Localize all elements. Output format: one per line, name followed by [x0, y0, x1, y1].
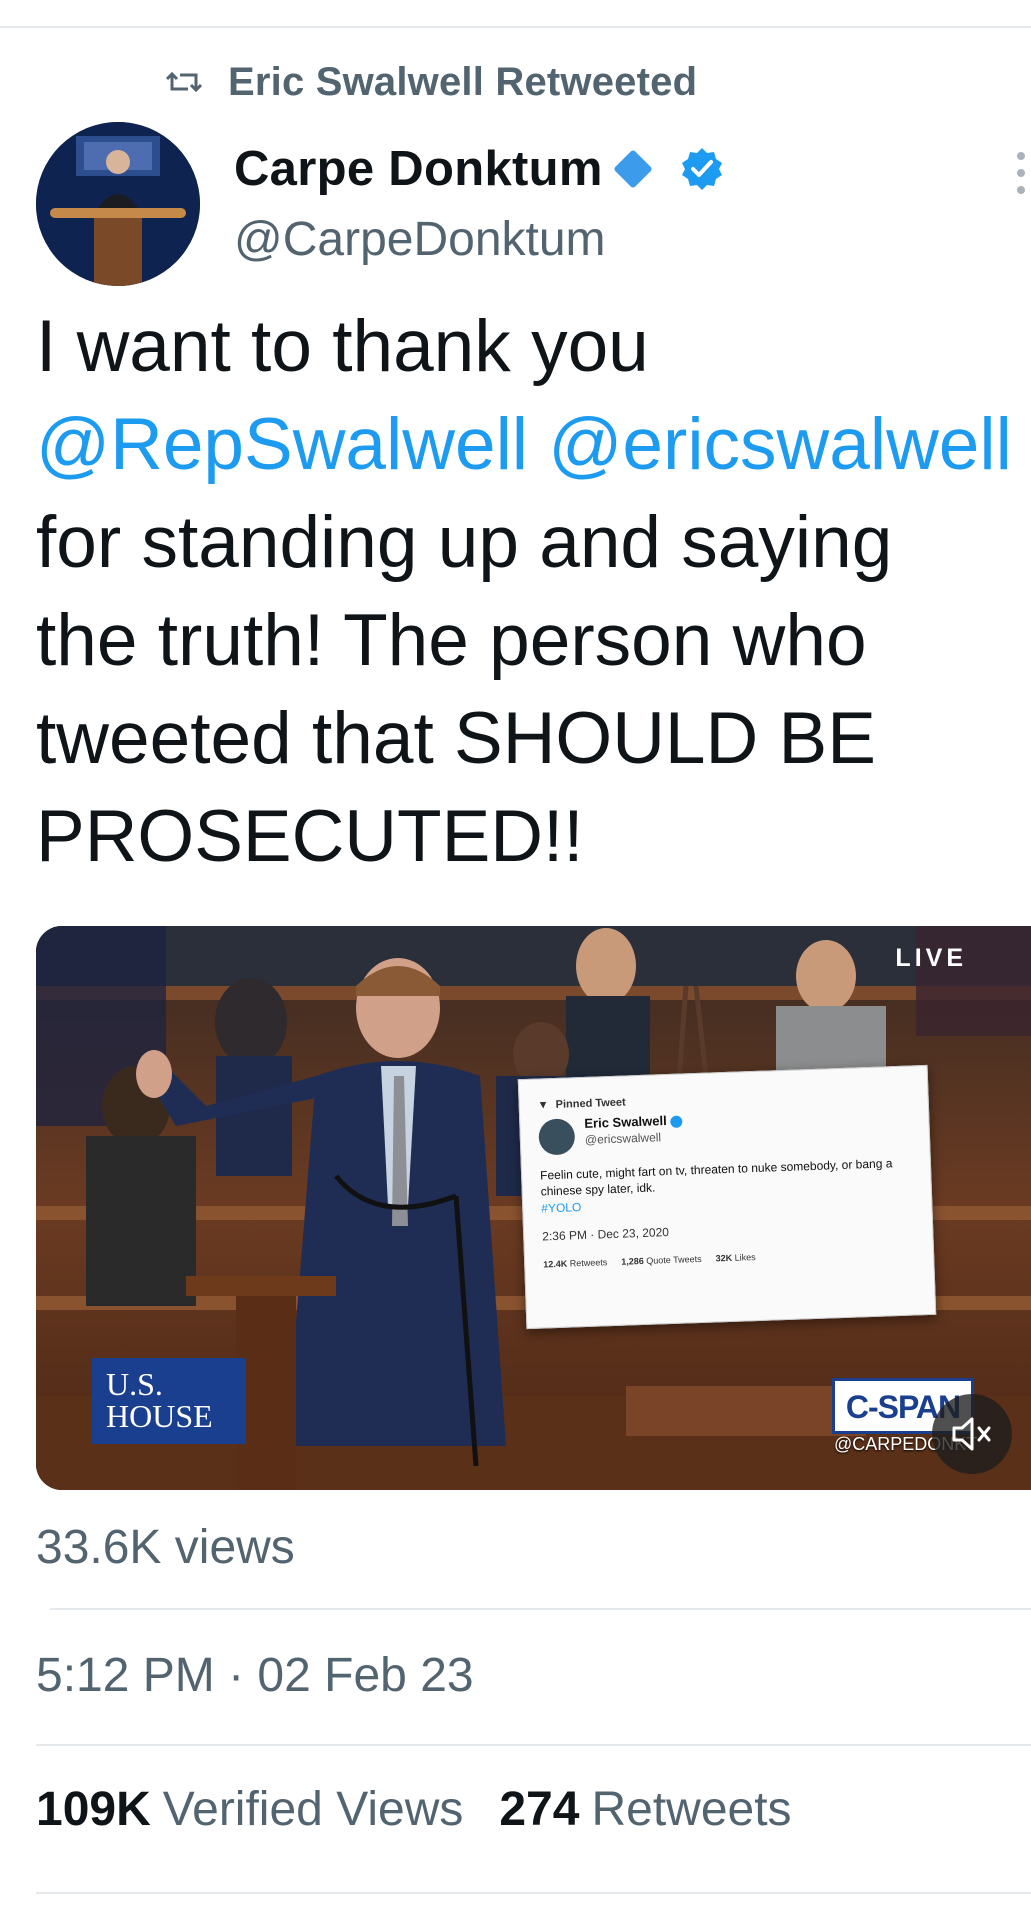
- tweet-text-segment: I want to thank you: [36, 306, 649, 387]
- retweet-icon: [166, 71, 202, 93]
- pinned-likes: 32K Likes: [715, 1252, 755, 1263]
- tweet-line: tweeted that SHOULD BE: [36, 690, 1026, 788]
- us-house-logo-line1: U.S.: [106, 1366, 163, 1402]
- tweet-line: the truth! The person who: [36, 592, 1026, 690]
- author-avatar[interactable]: [36, 122, 200, 286]
- us-house-logo-line2: HOUSE: [106, 1398, 213, 1434]
- verified-views-count[interactable]: 109K: [36, 1782, 151, 1837]
- views-count: 33.6K views: [36, 1521, 295, 1574]
- tweet-timestamp[interactable]: 5:12 PM · 02 Feb 23: [36, 1648, 474, 1703]
- pinned-author-name-text: Eric Swalwell: [584, 1113, 667, 1131]
- mute-button[interactable]: [932, 1394, 1012, 1474]
- pinned-likes-label: Likes: [734, 1252, 756, 1263]
- pinned-timestamp: 2:36 PM · Dec 23, 2020: [542, 1225, 670, 1244]
- tweet-text-segment: for standing up and saying: [36, 502, 893, 583]
- pin-icon: ▼: [537, 1099, 549, 1112]
- pinned-hashtag: #YOLO: [541, 1200, 582, 1216]
- pinned-retweets: 12.4K Retweets: [543, 1257, 607, 1269]
- tweet-text-segment: the truth! The person who: [36, 600, 867, 681]
- verified-views-label[interactable]: Verified Views: [163, 1782, 464, 1837]
- tweet-line: I want to thank you: [36, 298, 1026, 396]
- retweets-count[interactable]: 274: [499, 1782, 579, 1837]
- pinned-tweet-screenshot: ▼ Pinned Tweet Eric Swalwell @ericswalwe…: [517, 1064, 937, 1330]
- diamond-icon: [612, 149, 653, 189]
- pinned-author-name: Eric Swalwell: [584, 1113, 683, 1131]
- author-name-row: Carpe Donktum: [234, 138, 725, 200]
- divider: [36, 1744, 1031, 1746]
- pinned-quotes-num: 1,286: [621, 1255, 644, 1267]
- tweet-line: @RepSwalwell @ericswalwell: [36, 396, 1026, 494]
- divider: [36, 1892, 1031, 1894]
- pinned-label: Pinned Tweet: [555, 1096, 626, 1111]
- author-handle[interactable]: @CarpeDonktum: [234, 212, 606, 267]
- pinned-retweets-num: 12.4K: [543, 1258, 568, 1270]
- tweet-stats: 109K Verified Views 274 Retweets: [36, 1782, 816, 1837]
- mention-link[interactable]: @ericswalwell: [548, 404, 1012, 485]
- tweet-text-segment: PROSECUTED!!: [36, 796, 584, 877]
- retweet-context-label: Eric Swalwell Retweeted: [228, 59, 698, 104]
- pinned-likes-num: 32K: [715, 1252, 733, 1264]
- pinned-author-handle: @ericswalwell: [584, 1130, 662, 1147]
- retweet-context[interactable]: Eric Swalwell Retweeted: [166, 52, 697, 112]
- tweet-line: for standing up and saying: [36, 494, 1026, 592]
- pinned-stats: 12.4K Retweets 1,286 Quote Tweets 32K Li…: [543, 1252, 756, 1269]
- divider: [50, 1608, 1031, 1610]
- top-divider: [0, 26, 1031, 28]
- pinned-quotes-label: Quote Tweets: [646, 1253, 702, 1266]
- video-player[interactable]: LIVE ▼ Pinned Tweet Eric Swalwell @erics…: [36, 926, 1031, 1490]
- live-badge: LIVE: [895, 944, 967, 972]
- tweet-text-segment: [528, 404, 548, 485]
- tweet-text-segment: tweeted that SHOULD BE: [36, 698, 876, 779]
- us-house-logo: U.S. HOUSE: [92, 1358, 246, 1444]
- speaker-muted-icon: [952, 1417, 991, 1451]
- more-options-icon[interactable]: [1016, 150, 1026, 196]
- pinned-verified-icon: [670, 1115, 683, 1128]
- pinned-tweet-text: Feelin cute, might fart on tv, threaten …: [539, 1156, 893, 1199]
- author-display-name[interactable]: Carpe Donktum: [234, 141, 603, 197]
- pinned-retweets-label: Retweets: [569, 1257, 608, 1269]
- tweet-text: I want to thank you @RepSwalwell @ericsw…: [36, 298, 1026, 886]
- mention-link[interactable]: @RepSwalwell: [36, 404, 528, 485]
- pinned-avatar: [538, 1118, 576, 1156]
- verified-icon: [681, 148, 722, 190]
- retweets-label[interactable]: Retweets: [591, 1782, 791, 1837]
- tweet-line: PROSECUTED!!: [36, 788, 1026, 886]
- pinned-quotes: 1,286 Quote Tweets: [621, 1254, 702, 1267]
